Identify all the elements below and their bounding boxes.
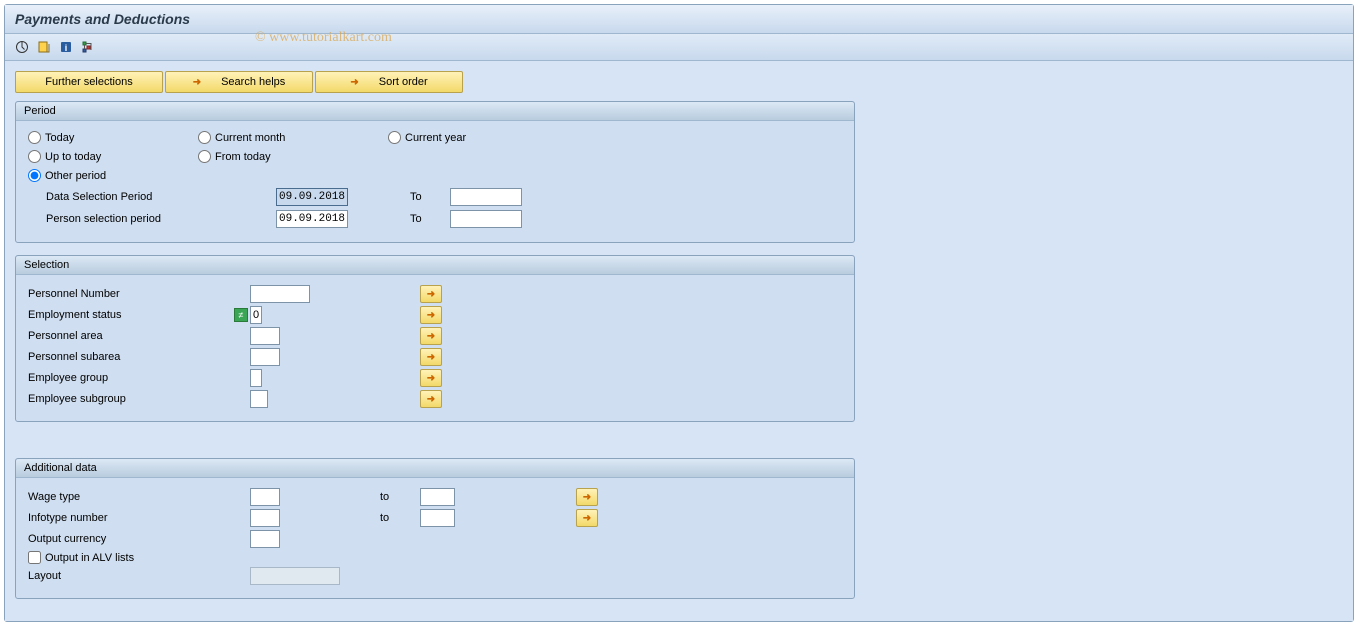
wage-type-label: Wage type: [28, 491, 250, 503]
arrow-right-icon: ➜: [350, 77, 358, 88]
employee-group-input[interactable]: [250, 369, 262, 387]
employee-subgroup-label: Employee subgroup: [28, 393, 250, 405]
personnel-number-input[interactable]: [250, 285, 310, 303]
sort-order-button[interactable]: ➜ Sort order: [315, 71, 463, 93]
radio-current-year[interactable]: Current year: [388, 131, 548, 144]
output-alv-checkbox-input[interactable]: [28, 551, 41, 564]
selection-group: Selection Personnel Number ➜ Employment …: [15, 255, 855, 422]
employment-status-multi-button[interactable]: ➜: [420, 306, 442, 324]
layout-label: Layout: [28, 570, 250, 582]
additional-data-group: Additional data Wage type to ➜ Infotype …: [15, 458, 855, 599]
personnel-area-input[interactable]: [250, 327, 280, 345]
period-group: Period Today Current month Current year …: [15, 101, 855, 243]
arrow-right-icon: ➜: [427, 331, 435, 342]
search-helps-label: Search helps: [221, 76, 285, 88]
output-currency-label: Output currency: [28, 533, 250, 545]
radio-today[interactable]: Today: [28, 131, 198, 144]
arrow-right-icon: ➜: [427, 352, 435, 363]
personnel-subarea-multi-button[interactable]: ➜: [420, 348, 442, 366]
data-selection-period-label: Data Selection Period: [46, 191, 276, 203]
employee-subgroup-multi-button[interactable]: ➜: [420, 390, 442, 408]
infotype-number-label: Infotype number: [28, 512, 250, 524]
toolbar: i © www.tutorialkart.com: [5, 34, 1353, 61]
personnel-subarea-label: Personnel subarea: [28, 351, 250, 363]
personnel-area-label: Personnel area: [28, 330, 250, 342]
further-selections-button[interactable]: Further selections: [15, 71, 163, 93]
arrow-right-icon: ➜: [427, 310, 435, 321]
employment-status-label: Employment status: [28, 309, 234, 321]
radio-from-today[interactable]: From today: [198, 150, 388, 163]
infotype-number-from-input[interactable]: [250, 509, 280, 527]
to-label: to: [380, 512, 420, 524]
employment-status-input[interactable]: [250, 306, 262, 324]
arrow-right-icon: ➜: [193, 77, 201, 88]
selection-header: Selection: [16, 256, 854, 275]
search-helps-button[interactable]: ➜ Search helps: [165, 71, 313, 93]
output-alv-checkbox[interactable]: Output in ALV lists: [28, 551, 134, 564]
employee-subgroup-input[interactable]: [250, 390, 268, 408]
arrow-right-icon: ➜: [427, 289, 435, 300]
svg-text:i: i: [65, 43, 68, 53]
wage-type-from-input[interactable]: [250, 488, 280, 506]
infotype-number-to-input[interactable]: [420, 509, 455, 527]
arrow-right-icon: ➜: [583, 492, 591, 503]
variant-icon[interactable]: [35, 38, 53, 56]
arrow-right-icon: ➜: [583, 513, 591, 524]
org-structure-icon[interactable]: [79, 38, 97, 56]
output-alv-label: Output in ALV lists: [45, 552, 134, 564]
employee-group-label: Employee group: [28, 372, 250, 384]
further-selections-label: Further selections: [45, 76, 132, 88]
person-selection-period-to[interactable]: [450, 210, 522, 228]
employee-group-multi-button[interactable]: ➜: [420, 369, 442, 387]
info-icon[interactable]: i: [57, 38, 75, 56]
wage-type-to-input[interactable]: [420, 488, 455, 506]
page-title: Payments and Deductions: [15, 11, 190, 27]
execute-icon[interactable]: [13, 38, 31, 56]
personnel-area-multi-button[interactable]: ➜: [420, 327, 442, 345]
person-selection-period-from[interactable]: [276, 210, 348, 228]
infotype-number-multi-button[interactable]: ➜: [576, 509, 598, 527]
sort-order-label: Sort order: [379, 76, 428, 88]
output-currency-input[interactable]: [250, 530, 280, 548]
personnel-subarea-input[interactable]: [250, 348, 280, 366]
title-bar: Payments and Deductions: [5, 5, 1353, 34]
personnel-number-label: Personnel Number: [28, 288, 250, 300]
radio-up-to-today[interactable]: Up to today: [28, 150, 198, 163]
radio-current-month[interactable]: Current month: [198, 131, 388, 144]
period-header: Period: [16, 102, 854, 121]
layout-input[interactable]: [250, 567, 340, 585]
arrow-right-icon: ➜: [427, 394, 435, 405]
wage-type-multi-button[interactable]: ➜: [576, 488, 598, 506]
radio-other-period[interactable]: Other period: [28, 169, 198, 182]
to-label: to: [380, 491, 420, 503]
data-selection-period-from[interactable]: [276, 188, 348, 206]
not-equal-indicator-icon[interactable]: ≠: [234, 308, 248, 322]
to-label: To: [410, 191, 450, 203]
additional-data-header: Additional data: [16, 459, 854, 478]
arrow-right-icon: ➜: [427, 373, 435, 384]
person-selection-period-label: Person selection period: [46, 213, 276, 225]
to-label: To: [410, 213, 450, 225]
data-selection-period-to[interactable]: [450, 188, 522, 206]
personnel-number-multi-button[interactable]: ➜: [420, 285, 442, 303]
